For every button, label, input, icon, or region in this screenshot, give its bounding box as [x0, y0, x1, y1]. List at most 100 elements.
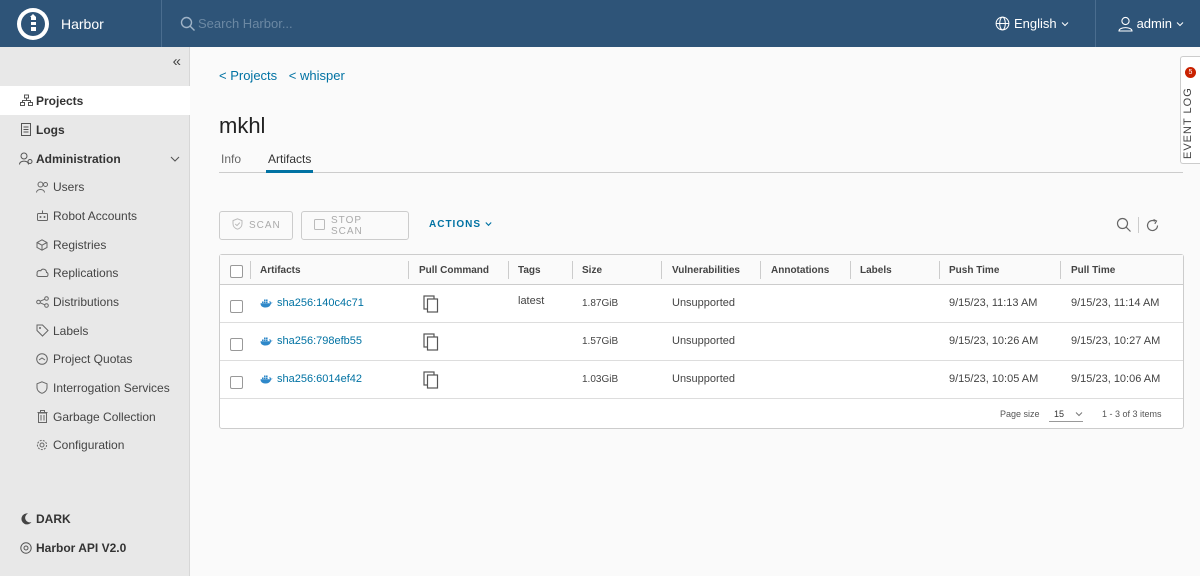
copy-icon[interactable] — [423, 333, 439, 351]
artifact-link[interactable]: sha256:140c4c71 — [260, 297, 364, 309]
theme-toggle[interactable]: DARK — [0, 504, 190, 533]
copy-icon[interactable] — [423, 295, 439, 313]
language-label: English — [1013, 16, 1057, 31]
scan-label: SCAN — [249, 220, 281, 231]
item-count: 1 - 3 of 3 items — [1102, 409, 1162, 419]
copy-icon[interactable] — [423, 371, 439, 389]
sidebar-item-robot-accounts[interactable]: Robot Accounts — [0, 201, 190, 230]
actions-dropdown[interactable]: ACTIONS — [429, 219, 492, 230]
replications-icon — [35, 266, 49, 280]
pull-time-value: 9/15/23, 10:27 AM — [1071, 335, 1161, 347]
pull-time-value: 9/15/23, 11:14 AM — [1071, 297, 1160, 309]
column-pull-command[interactable]: Pull Command — [409, 255, 489, 285]
interrogation-icon — [35, 381, 49, 395]
users-icon — [35, 180, 49, 194]
user-menu[interactable]: admin — [1094, 0, 1200, 47]
shield-check-icon — [232, 218, 243, 233]
vulnerabilities-value: Unsupported — [672, 373, 735, 385]
sidebar: « Projects Logs Administration Users Rob… — [0, 47, 190, 576]
page-size-label: Page size — [1000, 409, 1040, 419]
filter-search-icon[interactable] — [1116, 217, 1132, 233]
row-checkbox[interactable] — [230, 300, 243, 313]
sidebar-item-label: Administration — [36, 151, 121, 166]
search-input[interactable] — [198, 16, 498, 31]
sidebar-item-logs[interactable]: Logs — [0, 115, 190, 144]
sidebar-item-label: Users — [53, 179, 85, 194]
logs-icon — [19, 123, 33, 137]
globe-icon — [995, 16, 1010, 31]
sidebar-item-label: Replications — [53, 265, 119, 280]
table-footer: Page size 15 1 - 3 of 3 items — [220, 400, 1183, 428]
sidebar-item-label: Projects — [36, 93, 84, 108]
breadcrumb-projects[interactable]: < Projects — [219, 68, 277, 83]
language-selector[interactable]: English — [995, 16, 1095, 31]
event-log-label: EVENT LOG — [1182, 87, 1194, 159]
sidebar-item-label: Robot Accounts — [53, 208, 138, 223]
labels-icon — [35, 324, 49, 338]
sidebar-item-users[interactable]: Users — [0, 172, 190, 201]
chevron-down-icon — [1075, 412, 1082, 417]
size-value: 1.87GiB — [582, 298, 619, 309]
tab-artifacts[interactable]: Artifacts — [266, 152, 314, 173]
sidebar-item-labels[interactable]: Labels — [0, 316, 190, 345]
select-all-checkbox[interactable] — [230, 265, 243, 278]
column-size[interactable]: Size — [572, 255, 602, 285]
artifact-digest: sha256:798efb55 — [277, 335, 363, 347]
tag-value: latest — [518, 295, 545, 307]
user-name: admin — [1136, 16, 1172, 31]
artifact-digest: sha256:6014ef42 — [277, 373, 363, 385]
sidebar-item-distributions[interactable]: Distributions — [0, 287, 190, 316]
page-size-select[interactable]: 15 — [1049, 405, 1083, 422]
column-labels[interactable]: Labels — [850, 255, 892, 285]
row-checkbox[interactable] — [230, 338, 243, 351]
quotas-icon — [35, 352, 49, 366]
actions-label: ACTIONS — [429, 219, 481, 230]
column-vulnerabilities[interactable]: Vulnerabilities — [662, 255, 740, 285]
docker-icon — [260, 299, 273, 307]
collapse-sidebar-icon[interactable]: « — [173, 53, 181, 70]
column-push-time[interactable]: Push Time — [939, 255, 999, 285]
harbor-logo-icon — [17, 7, 49, 40]
sidebar-item-replications[interactable]: Replications — [0, 258, 190, 287]
harbor-api-link[interactable]: Harbor API V2.0 — [0, 533, 190, 562]
table-row: sha256:140c4c71 latest 1.87GiB Unsupport… — [220, 285, 1183, 323]
robot-icon — [35, 209, 49, 223]
column-artifacts[interactable]: Artifacts — [250, 255, 301, 285]
sidebar-item-projects[interactable]: Projects — [0, 86, 190, 115]
column-annotations[interactable]: Annotations — [761, 255, 829, 285]
sidebar-item-project-quotas[interactable]: Project Quotas — [0, 344, 190, 373]
sidebar-item-label: Labels — [53, 323, 89, 338]
chevron-down-icon — [170, 152, 180, 166]
vulnerabilities-value: Unsupported — [672, 297, 735, 309]
column-tags[interactable]: Tags — [508, 255, 541, 285]
vulnerabilities-value: Unsupported — [672, 335, 735, 347]
refresh-icon[interactable] — [1145, 218, 1160, 233]
artifact-link[interactable]: sha256:798efb55 — [260, 335, 362, 347]
sidebar-item-registries[interactable]: Registries — [0, 230, 190, 259]
brand[interactable]: Harbor — [0, 0, 162, 47]
scan-button[interactable]: SCAN — [219, 211, 293, 240]
sidebar-item-garbage-collection[interactable]: Garbage Collection — [0, 402, 190, 431]
sidebar-item-interrogation-services[interactable]: Interrogation Services — [0, 373, 190, 402]
search-icon — [180, 16, 195, 31]
push-time-value: 9/15/23, 10:05 AM — [949, 373, 1039, 385]
sidebar-item-configuration[interactable]: Configuration — [0, 430, 190, 459]
registries-icon — [35, 238, 49, 252]
breadcrumb-project[interactable]: < whisper — [289, 68, 345, 83]
column-pull-time[interactable]: Pull Time — [1061, 255, 1115, 285]
event-log-tab[interactable]: 5 EVENT LOG — [1180, 56, 1200, 164]
sidebar-item-administration[interactable]: Administration — [0, 144, 190, 173]
api-label: Harbor API V2.0 — [36, 540, 127, 555]
artifact-link[interactable]: sha256:6014ef42 — [260, 373, 362, 385]
stop-scan-button[interactable]: STOP SCAN — [301, 211, 409, 240]
header-bar: Harbor English admin — [0, 0, 1200, 47]
tab-info[interactable]: Info — [221, 152, 241, 173]
size-value: 1.03GiB — [582, 374, 619, 385]
artifact-digest: sha256:140c4c71 — [277, 297, 364, 309]
row-checkbox[interactable] — [230, 376, 243, 389]
table-header: Artifacts Pull Command Tags Size Vulnera… — [220, 255, 1183, 285]
push-time-value: 9/15/23, 11:13 AM — [949, 297, 1038, 309]
chevron-down-icon — [1176, 21, 1184, 26]
page-size-value: 15 — [1054, 409, 1065, 419]
size-value: 1.57GiB — [582, 336, 619, 347]
